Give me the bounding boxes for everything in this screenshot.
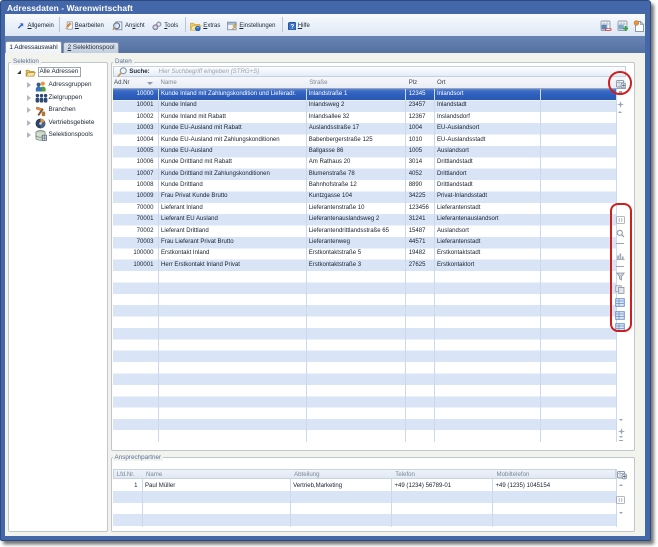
svg-text:?: ? — [290, 23, 294, 30]
